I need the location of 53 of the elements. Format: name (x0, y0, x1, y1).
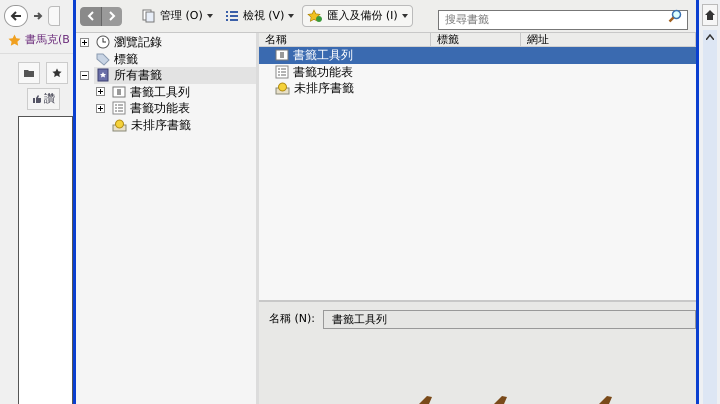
folder-button[interactable] (18, 62, 40, 84)
tag-icon (96, 52, 110, 66)
views-menu[interactable]: 檢視 (V) (220, 5, 298, 27)
like-button[interactable]: 讚 (27, 88, 60, 110)
tree-item[interactable]: 書籤功能表 (110, 100, 256, 116)
dropdown-caret-icon (402, 14, 408, 18)
scrollbar[interactable] (702, 30, 716, 404)
list-view-icon (224, 10, 239, 22)
search-icon (668, 9, 682, 23)
table-row[interactable]: 未排序書籤 (259, 80, 696, 96)
star-folder-icon (275, 81, 290, 96)
tree-item[interactable]: 未排序書籤 (110, 116, 256, 133)
organize-menu[interactable]: 管理 (O) (138, 5, 217, 27)
name-field[interactable]: 書籤工具列 (323, 310, 696, 329)
search-field[interactable]: 搜尋書籤 (438, 10, 688, 30)
forward-button[interactable] (101, 6, 122, 26)
import-backup-menu[interactable]: 匯入及備份 (I) (302, 5, 413, 27)
star-icon (8, 34, 21, 47)
pages-icon (142, 9, 156, 23)
home-button[interactable] (702, 4, 718, 26)
table-row[interactable]: 書籤功能表 (259, 64, 696, 80)
expand-toggle[interactable] (96, 104, 105, 113)
star-button[interactable] (46, 62, 68, 84)
bookmark-label: 書馬克(B (25, 32, 70, 48)
book-icon (96, 68, 110, 82)
star-import-icon (307, 9, 324, 23)
back-arrow-icon (10, 10, 22, 22)
column-header[interactable]: 標籤 (431, 33, 521, 46)
column-header[interactable]: 名稱 (259, 33, 431, 46)
dropdown-caret-icon (288, 14, 294, 18)
dropdown-caret-icon (206, 14, 213, 18)
home-icon (704, 10, 714, 20)
star-icon (52, 68, 62, 78)
toolbar-icon (275, 48, 289, 62)
tree-item[interactable]: 瀏覽記錄 (94, 34, 256, 50)
expand-toggle[interactable] (96, 87, 105, 96)
toolbar-icon (112, 84, 126, 99)
tree-item[interactable]: 所有書籤 (94, 67, 256, 84)
thumbs-up-icon (32, 94, 42, 104)
table-row[interactable]: 書籤工具列 (259, 47, 696, 64)
tree-item[interactable]: 標籤 (94, 50, 256, 67)
list-icon (275, 64, 289, 79)
expand-toggle[interactable] (80, 38, 89, 47)
name-label: 名稱 (N): (269, 311, 316, 328)
folder-icon (24, 69, 34, 77)
forward-arrow-icon (33, 11, 43, 21)
scroll-up-icon (706, 34, 714, 40)
star-folder-icon (112, 118, 127, 132)
tree-item[interactable]: 書籤工具列 (110, 84, 256, 100)
collapse-toggle[interactable] (80, 70, 89, 80)
list-icon (112, 101, 126, 116)
column-header[interactable]: 網址 (521, 33, 696, 46)
back-button[interactable] (4, 5, 28, 27)
